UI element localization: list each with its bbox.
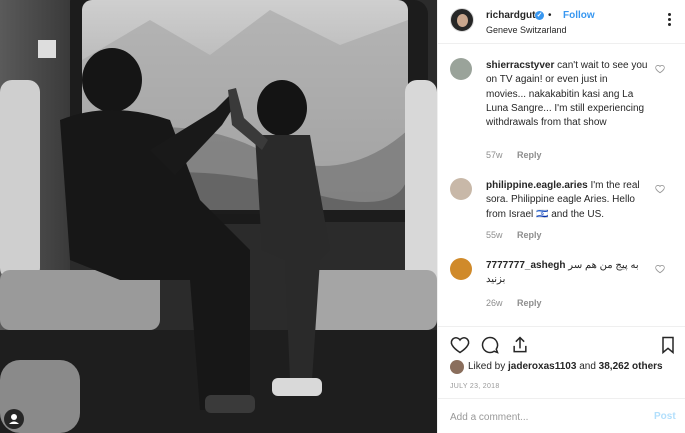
likes-middle: and xyxy=(579,361,596,372)
train-window-photo xyxy=(0,0,437,433)
comment-text: philippine.eagle.aries I'm the real sora… xyxy=(486,179,650,222)
comment-age[interactable]: 26w xyxy=(486,298,503,308)
comment-text: shierracstyver can't wait to see you on … xyxy=(486,59,650,130)
comment-like-heart-icon[interactable] xyxy=(655,184,665,194)
verified-badge-icon: ✓ xyxy=(535,11,544,20)
post-panel: richardgutz ✓ • Follow Geneve Switzarlan… xyxy=(437,0,685,433)
add-comment-bar: Post xyxy=(438,398,685,433)
reply-button[interactable]: Reply xyxy=(517,298,542,308)
comments-list[interactable]: shierracstyver can't wait to see you on … xyxy=(438,44,685,326)
author-username[interactable]: richardgutz xyxy=(486,10,540,21)
liker-avatar[interactable] xyxy=(450,360,464,374)
person-icon xyxy=(9,414,19,424)
comment-text: 7777777_ashegh به پیج من هم سر بزنید xyxy=(486,259,650,288)
comment-age[interactable]: 55w xyxy=(486,230,503,240)
likes-text: Liked by jaderoxas1103 and 38,262 others xyxy=(468,361,663,372)
comment-username[interactable]: shierracstyver xyxy=(486,60,554,71)
bookmark-icon[interactable] xyxy=(658,335,678,355)
comment-like-heart-icon[interactable] xyxy=(655,264,665,274)
comment-icon[interactable] xyxy=(480,335,500,355)
more-options-icon[interactable] xyxy=(662,13,676,27)
comment-meta: 55w Reply xyxy=(486,230,554,240)
comment-avatar[interactable] xyxy=(450,178,472,200)
user-tag-icon[interactable] xyxy=(4,409,24,429)
comment-item: 7777777_ashegh به پیج من هم سر بزنید 26w… xyxy=(450,258,682,324)
reply-button[interactable]: Reply xyxy=(517,150,542,160)
post-location[interactable]: Geneve Switzarland xyxy=(486,25,567,35)
likes-prefix: Liked by xyxy=(468,361,506,372)
comment-item: philippine.eagle.aries I'm the real sora… xyxy=(450,178,682,250)
share-icon[interactable] xyxy=(510,335,530,355)
post-date[interactable]: JULY 23, 2018 xyxy=(450,383,500,390)
likes-summary: Liked by jaderoxas1103 and 38,262 others xyxy=(450,358,680,376)
comment-age[interactable]: 57w xyxy=(486,150,503,160)
header-separator: • xyxy=(548,10,552,21)
author-avatar[interactable] xyxy=(450,8,474,32)
comment-username[interactable]: 7777777_ashegh xyxy=(486,260,566,271)
reply-button[interactable]: Reply xyxy=(517,230,542,240)
post-header: richardgutz ✓ • Follow Geneve Switzarlan… xyxy=(438,0,685,44)
follow-button[interactable]: Follow xyxy=(563,10,595,21)
post-comment-button[interactable]: Post xyxy=(654,411,676,422)
heart-icon[interactable] xyxy=(450,335,470,355)
likes-count[interactable]: 38,262 others xyxy=(599,361,663,372)
liker-username[interactable]: jaderoxas1103 xyxy=(508,361,576,372)
comment-like-heart-icon[interactable] xyxy=(655,64,665,74)
comment-username[interactable]: philippine.eagle.aries xyxy=(486,180,588,191)
post-actions-bar xyxy=(438,326,685,361)
comment-avatar[interactable] xyxy=(450,58,472,80)
comment-item: shierracstyver can't wait to see you on … xyxy=(450,58,682,168)
comment-meta: 57w Reply xyxy=(486,150,554,160)
comment-avatar[interactable] xyxy=(450,258,472,280)
post-photo[interactable] xyxy=(0,0,437,433)
comment-input[interactable] xyxy=(450,409,630,425)
comment-meta: 26w Reply xyxy=(486,298,554,308)
